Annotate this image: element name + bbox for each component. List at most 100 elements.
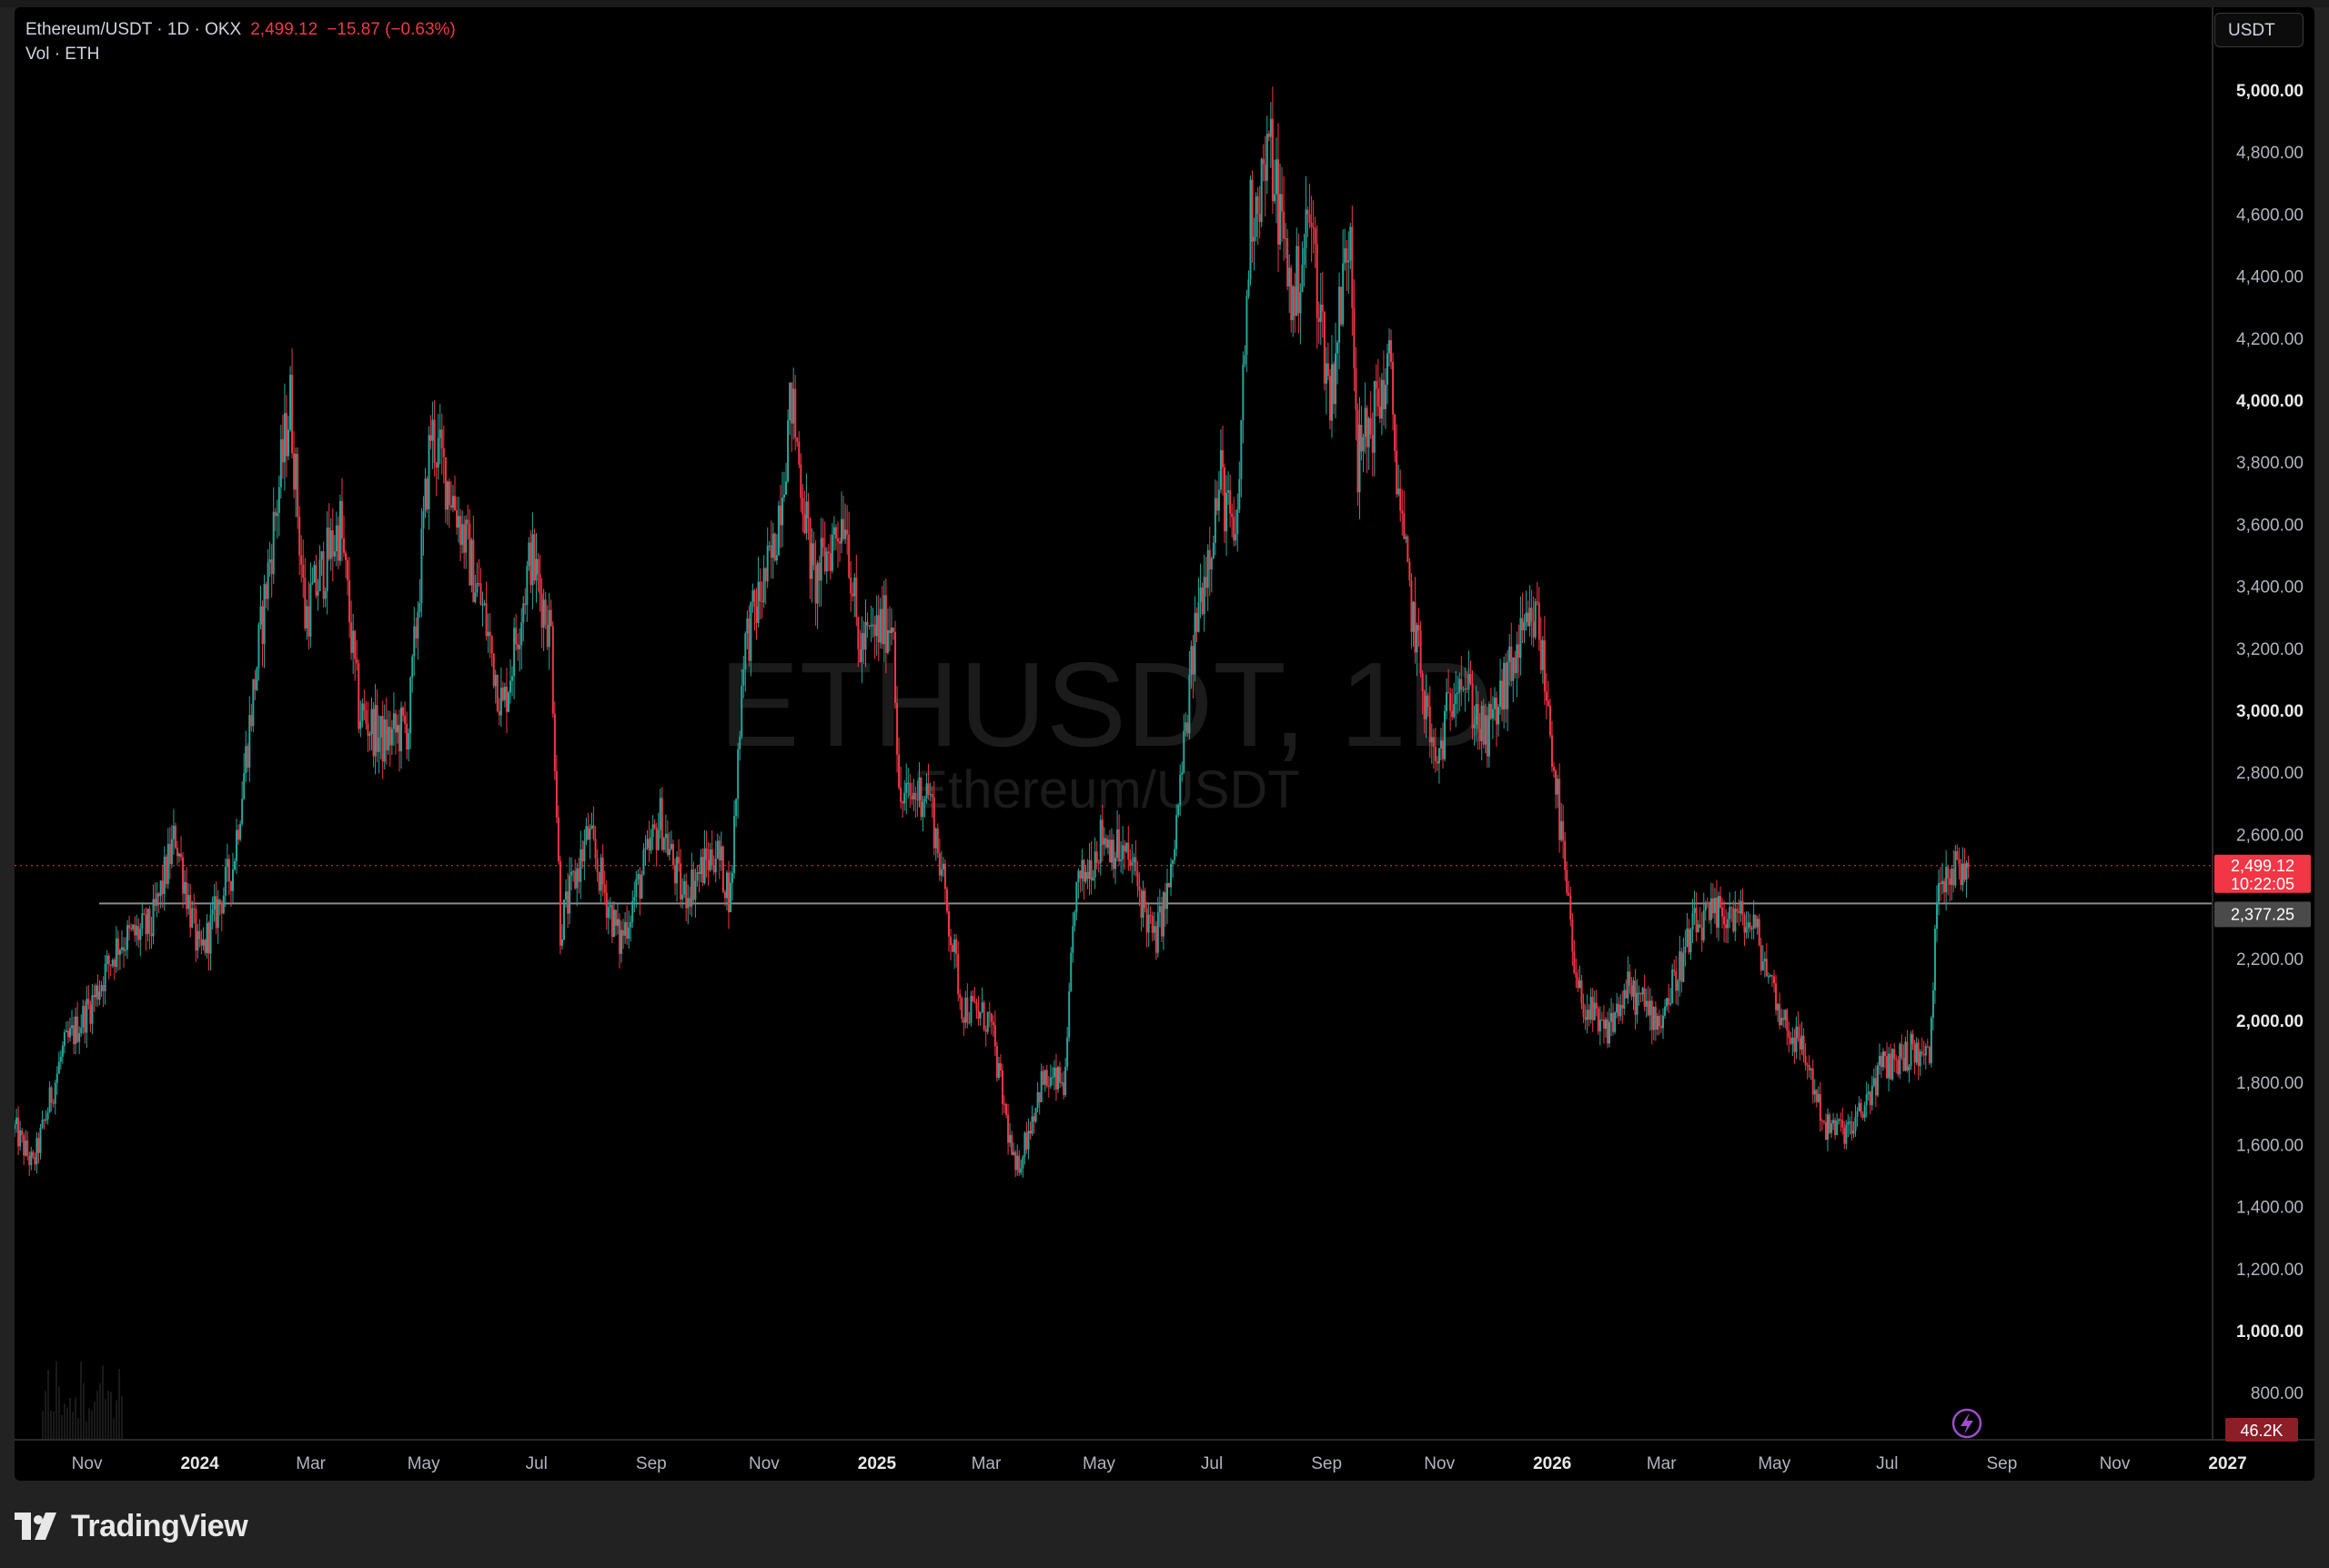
candle-body (546, 625, 549, 648)
candle-body (540, 593, 543, 628)
candle-body (1834, 1120, 1837, 1136)
candle-body (1079, 870, 1082, 879)
lightning-icon[interactable] (1951, 1408, 1982, 1439)
symbol-legend-title[interactable]: Ethereum/USDT · 1D · OKX (25, 20, 241, 39)
volume-legend[interactable]: Vol · ETH (25, 45, 99, 65)
candle-body (844, 529, 847, 539)
candle-body (73, 1025, 76, 1045)
candle-body (771, 533, 774, 558)
candle-body (26, 1140, 29, 1156)
candle-body (553, 713, 556, 771)
candle-body (348, 580, 351, 623)
candle-body (750, 601, 752, 661)
currency-button[interactable]: USDT (2214, 13, 2304, 47)
volume-bar (66, 1407, 68, 1440)
candle-body (1088, 859, 1091, 879)
candle-body (1134, 857, 1137, 871)
candle-body (394, 713, 397, 733)
candle-body (204, 940, 207, 953)
candle-body (1709, 898, 1712, 920)
candle-body (1174, 849, 1176, 860)
candle-body (1752, 914, 1755, 930)
candle-body (1147, 914, 1150, 933)
candle-body (864, 621, 867, 650)
candle-body (277, 487, 280, 514)
candle-body (1693, 908, 1696, 913)
candle-body (359, 720, 362, 729)
candle-body (642, 849, 645, 875)
candle-body (1338, 286, 1341, 343)
time-tick-label: Sep (1311, 1454, 1342, 1473)
candle-body (442, 447, 445, 457)
candle-body (1358, 425, 1361, 493)
candle-body (1267, 133, 1270, 137)
candle-body (1255, 196, 1257, 237)
candle-body (1571, 920, 1574, 952)
candle-body (1858, 1102, 1860, 1111)
candle-body (1025, 1132, 1028, 1150)
candle-body (1212, 542, 1215, 559)
candle-body (620, 930, 623, 954)
price-tick-label: 800.00 (2251, 1384, 2304, 1403)
volume-bar (102, 1365, 104, 1440)
candle-body (1285, 237, 1287, 239)
candle-body (1586, 1010, 1588, 1020)
candle-body (28, 1155, 31, 1166)
candle-body (1933, 929, 1936, 990)
candle-body (84, 1006, 86, 1033)
symbol-legend[interactable]: Ethereum/USDT · 1D · OKX 2,499.12 −15.87 (… (25, 20, 456, 40)
candle-body (1317, 317, 1320, 323)
price-tick-label: 3,800.00 (2236, 454, 2304, 473)
candle-body (1758, 919, 1760, 946)
candle-body (315, 565, 318, 596)
candle-body (503, 686, 506, 700)
candle-body (977, 1010, 980, 1019)
volume-bar (88, 1408, 90, 1440)
candle-body (1489, 703, 1492, 719)
candle-body (1876, 1065, 1879, 1096)
line-price-label: 2,377.25 (2231, 905, 2294, 923)
candle-body (1047, 1086, 1050, 1088)
candle-body (1001, 1070, 1003, 1104)
candle-body (1306, 209, 1309, 215)
candle-body (19, 1130, 22, 1147)
candle-body (1208, 549, 1211, 570)
candle-body (1588, 1010, 1590, 1020)
candle-body (1817, 1093, 1820, 1102)
candle-body (605, 892, 608, 919)
candle-body (1893, 1049, 1896, 1060)
candle-body (107, 955, 110, 965)
volume-bar (47, 1370, 49, 1440)
candle-body (1759, 945, 1762, 971)
candle-body (352, 630, 355, 653)
candle-body (942, 863, 944, 869)
candle-body (1491, 709, 1494, 719)
candle-body (703, 848, 706, 883)
candle-body (542, 599, 545, 628)
candle-body (1514, 657, 1517, 674)
candle-body (139, 929, 142, 940)
chart-pane[interactable]: ETHUSDT, 1D Ethereum/USDT 5,000.00 4,800.… (15, 7, 2314, 1481)
candle-body (1832, 1120, 1835, 1124)
candle-body (1915, 1042, 1918, 1063)
candle-body (587, 826, 590, 840)
candle-body (159, 880, 162, 897)
candle-body (886, 629, 889, 653)
candle-body (1804, 1055, 1807, 1065)
candle-body (291, 375, 294, 454)
candle-body (1099, 819, 1102, 863)
candle-body (428, 435, 430, 509)
price-chart[interactable]: ETHUSDT, 1D Ethereum/USDT 5,000.00 4,800.… (15, 7, 2314, 1481)
candle-body (1083, 859, 1085, 882)
candle-body (365, 709, 368, 724)
top-bar (0, 0, 2329, 7)
candle-body (1027, 1131, 1030, 1150)
candle-body (465, 519, 468, 553)
candle-body (1106, 839, 1109, 848)
price-tick-label: 2,200.00 (2236, 950, 2304, 970)
candle-body (1808, 1065, 1810, 1070)
tradingview-logo[interactable]: TradingView (15, 1508, 248, 1544)
candle-body (1249, 179, 1252, 280)
candle-body (1688, 928, 1690, 953)
tradingview-app: ETHUSDT, 1D Ethereum/USDT 5,000.00 4,800.… (0, 0, 2329, 1568)
